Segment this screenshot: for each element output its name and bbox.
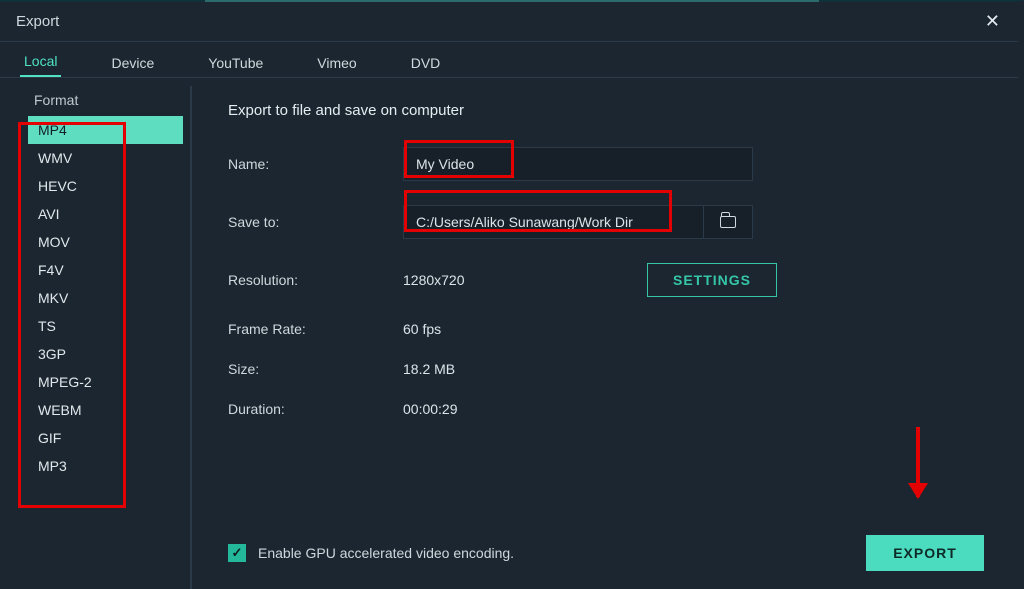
value-resolution: 1280x720 (403, 272, 603, 288)
label-save-to: Save to: (228, 214, 403, 230)
gpu-checkbox[interactable]: ✓ (228, 544, 246, 562)
browse-button[interactable] (703, 205, 753, 239)
gpu-checkbox-label: Enable GPU accelerated video encoding. (258, 545, 514, 561)
tab-dvd[interactable]: DVD (407, 47, 445, 77)
tabs-bar: Local Device YouTube Vimeo DVD (0, 42, 1024, 78)
label-duration: Duration: (228, 401, 403, 417)
value-size: 18.2 MB (403, 361, 455, 377)
tab-local[interactable]: Local (20, 45, 61, 77)
value-duration: 00:00:29 (403, 401, 458, 417)
annotation-arrow (916, 427, 920, 497)
format-title: Format (28, 92, 190, 108)
window-title: Export (16, 13, 59, 30)
close-button[interactable]: ✕ (977, 5, 1008, 38)
page-title: Export to file and save on computer (228, 102, 984, 119)
settings-button[interactable]: SETTINGS (647, 263, 777, 297)
label-name: Name: (228, 156, 403, 172)
annotation-box-save-to (404, 190, 672, 232)
export-button[interactable]: EXPORT (866, 535, 984, 571)
label-resolution: Resolution: (228, 272, 403, 288)
label-frame-rate: Frame Rate: (228, 321, 403, 337)
close-icon: ✕ (985, 11, 1000, 31)
check-icon: ✓ (232, 545, 243, 561)
tab-vimeo[interactable]: Vimeo (313, 47, 360, 77)
annotation-box-name (404, 140, 514, 178)
right-edge-stripe (1018, 1, 1024, 587)
folder-icon (720, 216, 736, 228)
tab-device[interactable]: Device (107, 47, 158, 77)
label-size: Size: (228, 361, 403, 377)
value-frame-rate: 60 fps (403, 321, 441, 337)
annotation-box-format-list (18, 122, 126, 508)
tab-youtube[interactable]: YouTube (204, 47, 267, 77)
